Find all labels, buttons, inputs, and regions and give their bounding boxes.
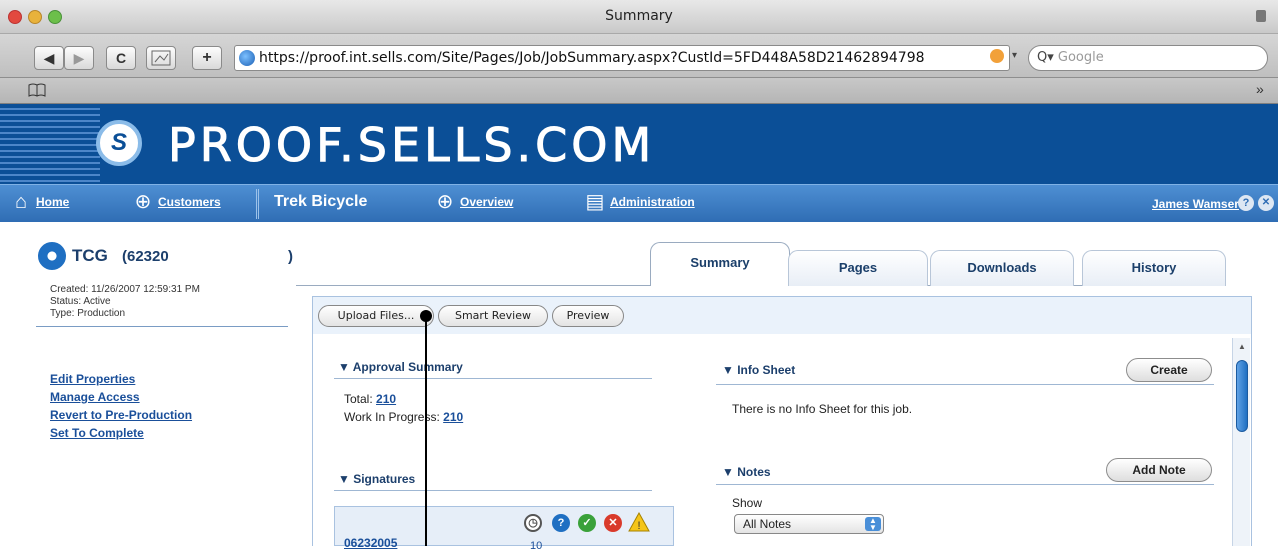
job-gear-icon (38, 242, 66, 270)
scrollbar-thumb[interactable] (1236, 360, 1248, 432)
signature-cell-value[interactable]: 10 (530, 540, 542, 552)
job-status: Status: Active (50, 296, 111, 307)
tab-summary[interactable]: Summary (650, 242, 790, 286)
approval-summary-title[interactable]: ▼ Approval Summary (338, 360, 463, 374)
edit-properties-link[interactable]: Edit Properties (50, 372, 135, 386)
address-bar[interactable]: https://proof.int.sells.com/Site/Pages/J… (234, 45, 1010, 71)
search-placeholder: Google (1057, 50, 1104, 65)
overview-globe-icon[interactable]: ⊕ (434, 191, 456, 213)
nav-administration[interactable]: Administration (610, 195, 695, 209)
search-input[interactable]: Q▾ Google (1028, 45, 1268, 71)
svg-text:!: ! (637, 520, 640, 532)
globe-icon (239, 50, 255, 66)
signatures-rule (334, 490, 652, 491)
reload-button[interactable]: C (106, 46, 136, 70)
approved-check-icon: ✓ (578, 514, 596, 532)
notes-rule (716, 484, 1214, 485)
site-logo-text: PROOF.SELLS.COM (167, 118, 656, 173)
callout-line (425, 316, 427, 546)
nav-divider (256, 189, 259, 219)
add-note-button[interactable]: Add Note (1106, 458, 1212, 482)
job-number-close: ) (288, 248, 293, 265)
back-button[interactable]: ◀ (34, 46, 64, 70)
url-text: https://proof.int.sells.com/Site/Pages/J… (259, 50, 925, 66)
snapback-button[interactable] (146, 46, 176, 70)
clock-icon: ◷ (524, 514, 542, 532)
site-banner: S PROOF.SELLS.COM (0, 104, 1278, 184)
nav-user[interactable]: James Wamser (1152, 197, 1239, 211)
manage-access-link[interactable]: Manage Access (50, 390, 140, 404)
approval-total: Total: 210 (344, 392, 396, 406)
wip-value-link[interactable]: 210 (443, 410, 463, 424)
search-icon: Q▾ (1037, 50, 1054, 65)
customers-globe-icon[interactable]: ⊕ (132, 191, 154, 213)
sidebar-divider (36, 326, 288, 327)
upload-files-button[interactable]: Upload Files... (318, 305, 434, 327)
tab-pages[interactable]: Pages (788, 250, 928, 286)
approval-wip: Work In Progress: 210 (344, 410, 463, 424)
signature-row-link[interactable]: 06232005 (344, 536, 397, 550)
info-sheet-message: There is no Info Sheet for this job. (732, 402, 913, 416)
nav-company: Trek Bicycle (274, 193, 368, 210)
created-date: Created: 11/26/2007 12:59:31 PM (50, 284, 200, 295)
add-bookmark-button[interactable]: + (192, 46, 222, 70)
bookmarks-overflow[interactable]: » (1256, 81, 1264, 97)
job-type: Type: Production (50, 308, 126, 319)
lock-icon (1256, 10, 1266, 22)
logout-icon[interactable]: ✕ (1258, 195, 1274, 211)
nav-customers[interactable]: Customers (158, 195, 221, 209)
dropdown-arrow-icon[interactable]: ▾ (1012, 50, 1017, 61)
job-title: TCG (72, 246, 108, 265)
tab-downloads[interactable]: Downloads (930, 250, 1074, 286)
window-titlebar: Summary (0, 0, 1278, 34)
warning-icon: ! (628, 512, 650, 532)
logo-icon: S (96, 120, 142, 166)
window-title: Summary (605, 8, 673, 24)
nav-home[interactable]: Home (36, 195, 69, 209)
job-number: (62320 (122, 248, 169, 265)
site-nav: ⌂ Home ⊕ Customers Trek Bicycle ⊕ Overvi… (0, 184, 1278, 222)
forward-button[interactable]: ▶ (64, 46, 94, 70)
snapback-icon (151, 50, 171, 66)
revert-preproduction-link[interactable]: Revert to Pre-Production (50, 408, 192, 422)
preview-button[interactable]: Preview (552, 305, 624, 327)
book-icon[interactable] (28, 83, 46, 97)
main-content: TCG (62320 ) Summary Pages Downloads His… (0, 222, 1278, 552)
total-value-link[interactable]: 210 (376, 392, 396, 406)
notes-show-label: Show (732, 496, 763, 510)
notes-title[interactable]: ▼ Notes (722, 465, 771, 479)
notes-filter-select[interactable]: All Notes ▲ ▼ (734, 514, 884, 534)
browser-toolbar: ◀ ▶ C + https://proof.int.sells.com/Site… (0, 34, 1278, 78)
select-arrows-icon: ▲ ▼ (865, 517, 881, 532)
set-complete-link[interactable]: Set To Complete (50, 426, 144, 440)
nav-overview[interactable]: Overview (460, 195, 513, 209)
total-label: Total: (344, 392, 373, 406)
signatures-title[interactable]: ▼ Signatures (338, 472, 415, 486)
create-info-sheet-button[interactable]: Create (1126, 358, 1212, 382)
administration-icon[interactable]: ▤ (584, 191, 606, 213)
home-icon[interactable]: ⌂ (10, 191, 32, 213)
rss-icon[interactable] (990, 49, 1004, 63)
notes-filter-value: All Notes (743, 517, 792, 531)
smart-review-button[interactable]: Smart Review (438, 305, 548, 327)
scroll-up-icon[interactable]: ▲ (1233, 342, 1251, 351)
info-sheet-title[interactable]: ▼ Info Sheet (722, 363, 795, 377)
approval-rule (334, 378, 652, 379)
help-icon[interactable]: ? (1238, 195, 1254, 211)
rejected-x-icon: ✕ (604, 514, 622, 532)
question-icon: ? (552, 514, 570, 532)
banner-stripes (0, 104, 100, 184)
bookmarks-bar: » (0, 78, 1278, 104)
panel-scrollbar[interactable]: ▲ (1232, 338, 1250, 546)
tab-history[interactable]: History (1082, 250, 1226, 286)
info-sheet-rule (716, 384, 1214, 385)
